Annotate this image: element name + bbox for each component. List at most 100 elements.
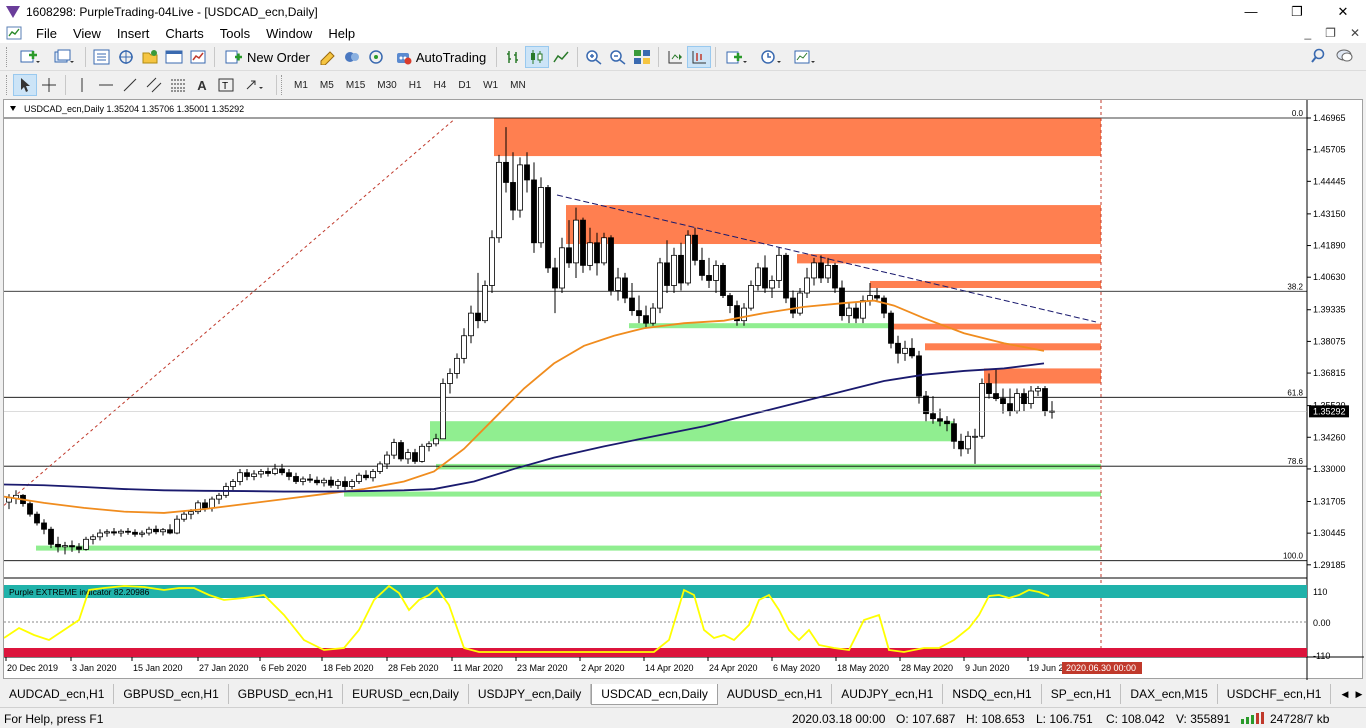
- timeframe-h4[interactable]: H4: [428, 74, 453, 96]
- tab-chart[interactable]: AUDCAD_ecn,H1: [0, 684, 115, 704]
- arrows-button[interactable]: [238, 74, 272, 96]
- bar-chart-mode-icon[interactable]: [501, 46, 525, 68]
- time-axis-label: 28 Feb 2020: [388, 663, 439, 673]
- terminal-icon[interactable]: [162, 46, 186, 68]
- chart-shift-icon[interactable]: [663, 46, 687, 68]
- horizontal-line-icon[interactable]: [94, 74, 118, 96]
- price-axis-label: 1.30445: [1313, 528, 1346, 538]
- close-button[interactable]: ✕: [1320, 0, 1366, 23]
- bearish-candle: [664, 262, 670, 286]
- bullish-candle: [650, 307, 656, 324]
- equidistant-channel-icon[interactable]: [142, 74, 166, 96]
- periods-button[interactable]: [754, 46, 788, 68]
- market-watch-icon[interactable]: [90, 46, 114, 68]
- bullish-candle: [496, 161, 502, 239]
- chart-window[interactable]: USDCAD_ecn,Daily 1.35204 1.35706 1.35001…: [3, 99, 1364, 680]
- indicator-level-label: 110: [1313, 587, 1327, 597]
- signals-icon[interactable]: [340, 46, 364, 68]
- timeframe-w1[interactable]: W1: [477, 74, 504, 96]
- tab-chart[interactable]: SP_ecn,H1: [1042, 684, 1122, 704]
- bullish-candle: [139, 532, 145, 535]
- timeframe-mn[interactable]: MN: [504, 74, 532, 96]
- text-icon[interactable]: A: [190, 74, 214, 96]
- profiles-button[interactable]: [47, 46, 81, 68]
- tab-scroll-right-icon[interactable]: ▶: [1352, 684, 1366, 704]
- text-label-icon[interactable]: T: [214, 74, 238, 96]
- menu-tools[interactable]: Tools: [212, 26, 258, 41]
- timeframe-d1[interactable]: D1: [452, 74, 477, 96]
- bullish-candle: [587, 242, 593, 266]
- fibonacci-icon[interactable]: [166, 74, 190, 96]
- timeframe-m5[interactable]: M5: [314, 74, 340, 96]
- tab-chart[interactable]: GBPUSD_ecn,H1: [114, 684, 229, 704]
- tab-chart[interactable]: AUDJPY_ecn,H1: [832, 684, 944, 704]
- price-axis-label: 1.38075: [1313, 336, 1346, 346]
- bearish-candle: [944, 420, 950, 425]
- zoom-in-icon[interactable]: [582, 46, 606, 68]
- time-axis-label: 28 May 2020: [901, 663, 953, 673]
- timeframe-m1[interactable]: M1: [288, 74, 314, 96]
- bearish-candle: [363, 474, 369, 479]
- bullish-candle: [902, 347, 908, 354]
- mdi-restore-button[interactable]: ❐: [1325, 26, 1336, 40]
- menu-insert[interactable]: Insert: [109, 26, 158, 41]
- time-axis-label: 15 Jan 2020: [133, 663, 183, 673]
- mdi-minimize-button[interactable]: _: [1304, 26, 1311, 40]
- strategy-tester-icon[interactable]: [186, 46, 210, 68]
- auto-scroll-icon[interactable]: [687, 46, 712, 68]
- tab-chart[interactable]: USDCHF_ecn,H1: [1218, 684, 1332, 704]
- maximize-button[interactable]: ❐: [1274, 0, 1320, 23]
- bearish-candle: [993, 393, 999, 399]
- bullish-candle: [391, 442, 397, 456]
- trendline-icon[interactable]: [118, 74, 142, 96]
- indicators-button[interactable]: [720, 46, 754, 68]
- tab-chart[interactable]: AUDUSD_ecn,H1: [718, 684, 833, 704]
- menu-window[interactable]: Window: [258, 26, 320, 41]
- metaeditor-icon[interactable]: [316, 46, 340, 68]
- bullish-candle: [104, 531, 110, 534]
- price-chart[interactable]: USDCAD_ecn,Daily 1.35204 1.35706 1.35001…: [4, 100, 1364, 680]
- timeframe-m15[interactable]: M15: [340, 74, 371, 96]
- status-bar: For Help, press F1 2020.03.18 00:00 O: 1…: [0, 707, 1366, 728]
- autotrading-button[interactable]: AutoTrading: [388, 46, 492, 68]
- menu-view[interactable]: View: [65, 26, 109, 41]
- chart-collapse-icon: [10, 106, 16, 111]
- bearish-candle: [503, 161, 509, 183]
- tab-chart[interactable]: DAX_ecn,M15: [1121, 684, 1218, 704]
- tab-chart[interactable]: GBPUSD_ecn,H1: [229, 684, 344, 704]
- search-icon[interactable]: [1310, 48, 1326, 67]
- cursor-icon[interactable]: [13, 74, 37, 96]
- minimize-button[interactable]: —: [1228, 0, 1274, 23]
- bullish-candle: [230, 481, 236, 487]
- line-chart-mode-icon[interactable]: [549, 46, 573, 68]
- tab-chart[interactable]: EURUSD_ecn,Daily: [343, 684, 469, 704]
- menu-help[interactable]: Help: [320, 26, 363, 41]
- vertical-line-icon[interactable]: [70, 74, 94, 96]
- mdi-close-button[interactable]: ✕: [1350, 26, 1360, 40]
- templates-button[interactable]: [788, 46, 822, 68]
- tab-chart[interactable]: USDJPY_ecn,Daily: [469, 684, 592, 704]
- bearish-candle: [881, 297, 887, 314]
- data-window-icon[interactable]: [114, 46, 138, 68]
- timeframe-m30[interactable]: M30: [371, 74, 402, 96]
- bearish-candle: [314, 479, 320, 484]
- new-order-button[interactable]: New Order: [219, 46, 316, 68]
- chat-icon[interactable]: [1336, 48, 1354, 67]
- market-icon[interactable]: [364, 46, 388, 68]
- menu-file[interactable]: File: [28, 26, 65, 41]
- bullish-candle: [972, 435, 978, 438]
- tab-chart[interactable]: NSDQ_ecn,H1: [943, 684, 1042, 704]
- timeframe-h1[interactable]: H1: [403, 74, 428, 96]
- navigator-icon[interactable]: [138, 46, 162, 68]
- candlestick-mode-icon[interactable]: [525, 46, 550, 68]
- tab-scroll-left-icon[interactable]: ◀: [1338, 684, 1352, 704]
- tile-windows-icon[interactable]: [630, 46, 654, 68]
- new-chart-button[interactable]: [13, 46, 47, 68]
- bearish-candle: [34, 513, 40, 524]
- zoom-out-icon[interactable]: [606, 46, 630, 68]
- tab-chart[interactable]: USDCAD_ecn,Daily: [591, 684, 718, 705]
- crosshair-icon[interactable]: [37, 74, 61, 96]
- bullish-candle: [965, 435, 971, 450]
- menu-charts[interactable]: Charts: [157, 26, 211, 41]
- bullish-candle: [433, 438, 439, 445]
